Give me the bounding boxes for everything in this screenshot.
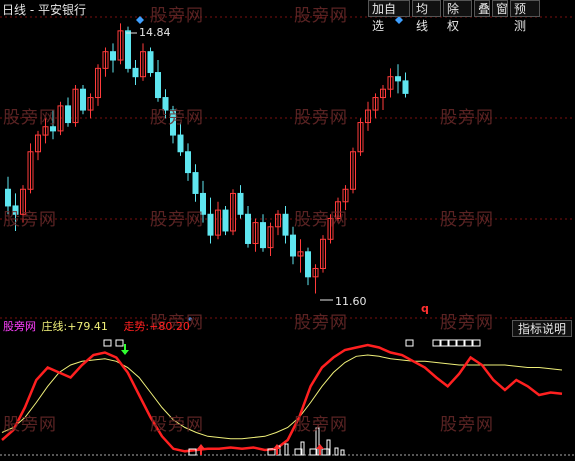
watermark: 股旁网 [440,210,494,230]
diamond-icon [136,16,144,24]
overlay-button[interactable]: 叠 [474,0,490,17]
candle-body [290,234,296,257]
candle-body [207,213,214,236]
watermark: 股旁网 [3,108,57,128]
candle-body [5,188,11,207]
zhuang-line-label: 庄线: [41,320,68,333]
watermark: 股旁网 [150,6,204,26]
window-button[interactable]: 窗 [492,0,508,17]
signal-box [448,339,457,347]
candle-body [147,51,154,74]
watermark: 股旁网 [294,415,348,435]
watermark: 股旁网 [150,415,204,435]
candle-body [260,222,266,249]
signal-box [472,339,481,347]
candle-body [402,80,409,94]
window-title: 日线 - 平安银行 [2,3,86,17]
moving-average-button[interactable]: 均线 [412,0,441,33]
signal-bar [334,447,339,456]
candle-body [237,192,244,215]
forecast-button[interactable]: 预测 [510,0,540,33]
candle-body [80,88,86,111]
watermark: 股旁网 [3,415,57,435]
watermark: 股旁网 [294,313,348,333]
watermark: 股旁网 [440,415,494,435]
candle-body [177,134,184,153]
watermark: 股旁网 [440,313,494,333]
indicator-explain-button[interactable]: 指标说明 [511,320,572,337]
candle-body [155,72,161,99]
signal-box [464,339,473,347]
candle-body [192,172,199,194]
candle-body [282,213,289,236]
candle-body [245,213,251,244]
candle-body [65,105,71,124]
signal-box [321,448,330,456]
candle-body [132,67,139,78]
watermark: 股旁网 [3,210,57,230]
indicator-name: 股旁网 [3,320,36,333]
zoushi-line-value: +80.20 [149,320,190,333]
candle-body [222,209,229,232]
signal-bar [284,443,289,456]
zoushi-line-label: 走势: [123,320,150,333]
candle-body [305,251,311,278]
signal-box [432,339,441,347]
indicator-legend: 股旁网 庄线:+79.41 走势:+80.20 [3,320,190,334]
add-watchlist-button[interactable]: 加自选 [368,0,410,33]
watermark: 股旁网 [150,108,204,128]
signal-box [115,339,124,347]
candle-body [395,76,401,82]
watermark: 股旁网 [294,6,348,26]
candle-body [185,151,191,174]
watermark: 股旁网 [440,108,494,128]
chart-canvas[interactable] [0,0,575,461]
zhuang-line-value: +79.41 [67,320,108,333]
ex-rights-button[interactable]: 除权 [443,0,472,33]
low-price-label: 11.60 [335,295,367,308]
candle-body [110,51,116,61]
signal-box [440,339,449,347]
watermark: 股旁网 [150,210,204,230]
watermark: 股旁网 [294,210,348,230]
zoushi-line [1,343,563,453]
signal-marker: q [421,302,429,315]
signal-box [103,339,112,347]
watermark: 股旁网 [294,108,348,128]
signal-box [405,339,414,347]
signal-box [456,339,465,347]
high-price-label: 14.84 [139,26,171,39]
signal-bar [340,449,345,456]
candle-body [125,30,131,69]
chart-stage[interactable] [0,0,575,461]
